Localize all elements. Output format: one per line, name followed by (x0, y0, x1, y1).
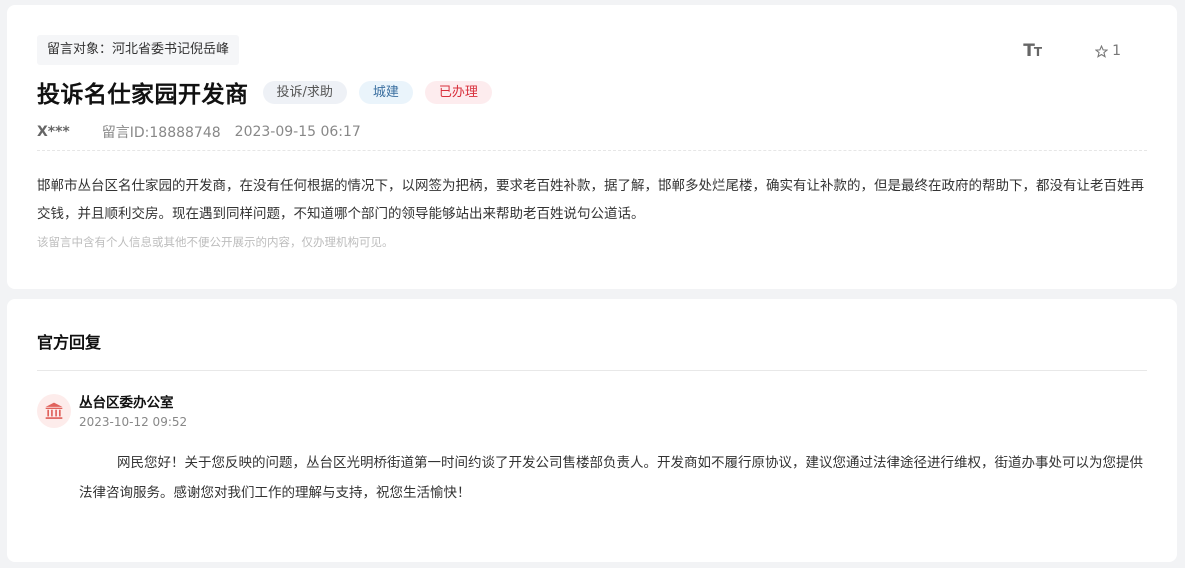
message-content: 邯郸市丛台区名仕家园的开发商，在没有任何根据的情况下，以网签为把柄，要求老百姓补… (37, 178, 1144, 222)
favorite-count: 1 (1112, 43, 1121, 59)
reply-org: 丛台区委办公室 2023-10-12 09:52 (37, 394, 187, 429)
divider (37, 150, 1147, 151)
reply-content: 网民您好！关于您反映的问题，丛台区光明桥街道第一时间约谈了开发公司售楼部负责人。… (79, 455, 1143, 501)
divider (37, 370, 1147, 371)
privacy-note: 该留言中含有个人信息或其他不便公开展示的内容，仅办理机构可见。 (37, 235, 394, 249)
message-card: 留言对象：河北省委书记倪岳峰 TT 1 投诉名仕家园开发商 投诉/求助 城建 已… (7, 5, 1177, 289)
org-name: 丛台区委办公室 (79, 395, 174, 411)
title-row: 投诉名仕家园开发商 投诉/求助 城建 已办理 (37, 75, 492, 109)
message-title: 投诉名仕家园开发商 (37, 82, 249, 108)
status-badge: 已办理 (424, 80, 492, 104)
star-icon (1095, 44, 1109, 58)
category-tag: 城建 (358, 80, 413, 104)
message-date: 2023-09-15 06:17 (234, 124, 361, 140)
government-building-icon (45, 402, 63, 419)
reply-card: 官方回复 丛台区委办公室 2023-10-12 09:52 网民您好！关于您反映… (7, 299, 1177, 562)
reply-heading: 官方回复 (37, 333, 102, 352)
reply-date: 2023-10-12 09:52 (79, 415, 188, 429)
font-size-icon[interactable]: TT (1023, 41, 1042, 61)
favorite-button[interactable]: 1 (1095, 43, 1121, 59)
message-meta: X*** 留言ID:18888748 2023-09-15 06:17 (37, 122, 361, 142)
type-tag: 投诉/求助 (262, 80, 347, 104)
message-target: 留言对象：河北省委书记倪岳峰 (37, 35, 240, 65)
author-name: X*** (37, 124, 70, 140)
message-id: 留言ID:18888748 (101, 125, 221, 141)
toolbar: TT 1 (1023, 41, 1121, 61)
org-avatar (37, 394, 71, 428)
